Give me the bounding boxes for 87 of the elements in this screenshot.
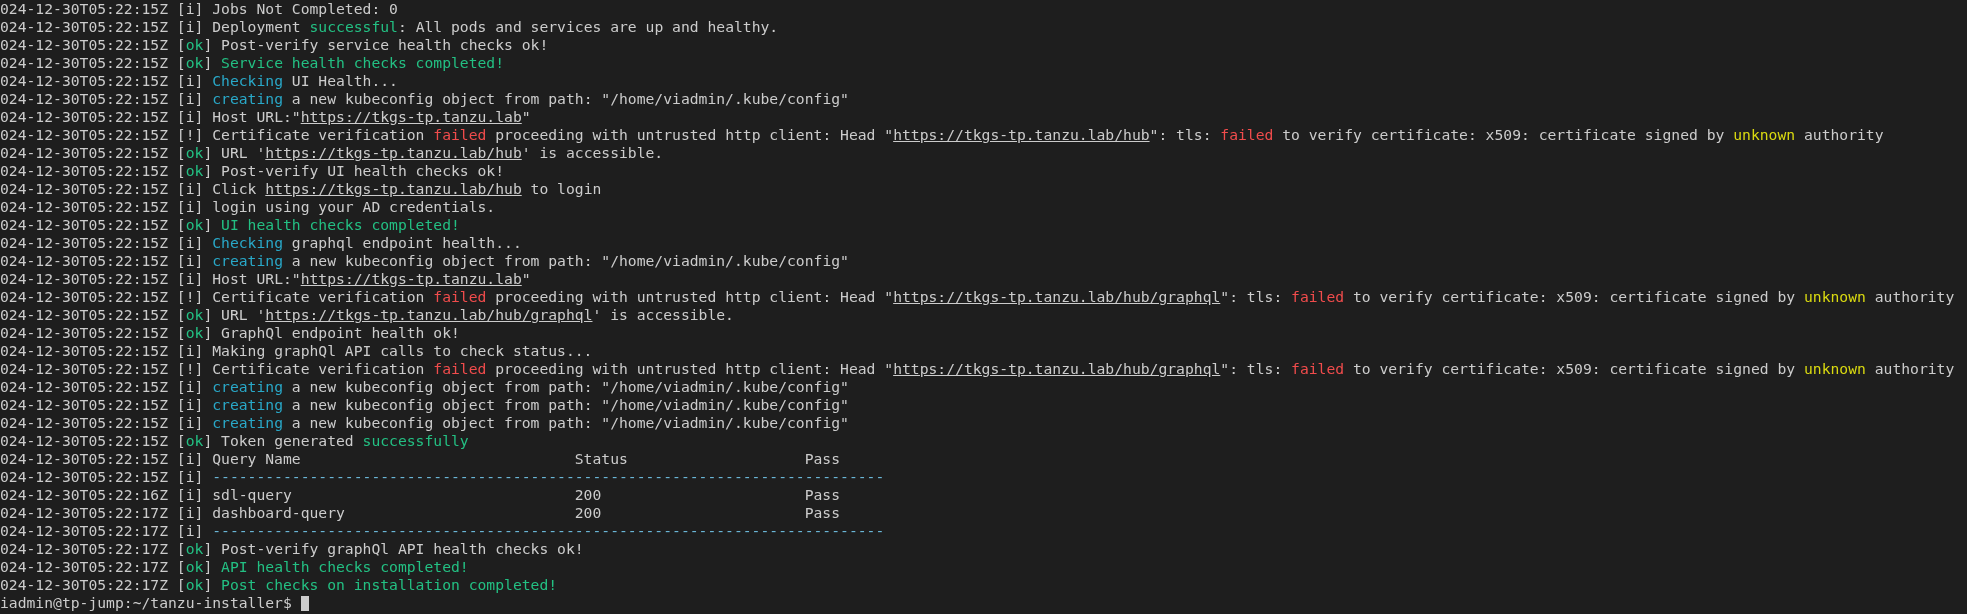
log-timestamp: 024-12-30T05:22:15Z xyxy=(0,252,168,270)
log-timestamp: 024-12-30T05:22:15Z xyxy=(0,288,168,306)
table-cell-text: Pass xyxy=(804,450,842,468)
log-timestamp: 024-12-30T05:22:16Z xyxy=(0,486,168,504)
log-message: [ok] Post-verify graphQl API health checks ok! xyxy=(176,540,584,558)
log-message: [!] Certificate verification failed proceeding with untrusted http client: Head "https://tkgs-tp.tanzu.lab/hub/graphql": tls: failed to verify certificate: x509: certificate signed by unknown authority xyxy=(176,288,1955,306)
log-message: [ok] UI health checks completed! xyxy=(176,216,460,234)
log-timestamp: 024-12-30T05:22:15Z xyxy=(0,144,168,162)
link[interactable]: https://tkgs-tp.tanzu.lab xyxy=(300,108,522,125)
table-cell-text: Status xyxy=(574,450,629,468)
log-message: [i] creating a new kubeconfig object from path: "/home/viadmin/.kube/config" xyxy=(176,378,849,396)
link[interactable]: https://tkgs-tp.tanzu.lab xyxy=(300,270,522,287)
link[interactable]: https://tkgs-tp.tanzu.lab/hub/graphql xyxy=(893,288,1221,305)
log-message: [i] login using your AD credentials. xyxy=(176,198,496,216)
log-message: [ok] Token generated successfully xyxy=(176,432,469,450)
log-message: [i] Making graphQl API calls to check status... xyxy=(176,342,593,360)
log-message: [ok] GraphQl endpoint health ok! xyxy=(176,324,460,342)
log-timestamp: 024-12-30T05:22:15Z xyxy=(0,108,168,126)
log-message: [i] creating a new kubeconfig object from path: "/home/viadmin/.kube/config" xyxy=(176,396,849,414)
log-timestamp: 024-12-30T05:22:15Z xyxy=(0,198,168,216)
log-timestamp: 024-12-30T05:22:15Z xyxy=(0,306,168,324)
log-message: [!] Certificate verification failed proceeding with untrusted http client: Head "https://tkgs-tp.tanzu.lab/hub": tls: failed to verify certificate: x509: certificate signed by unknown authority xyxy=(176,126,1884,144)
log-timestamp: 024-12-30T05:22:15Z xyxy=(0,180,168,198)
log-timestamp: 024-12-30T05:22:15Z xyxy=(0,0,168,18)
log-message: [i] Host URL:"https://tkgs-tp.tanzu.lab" xyxy=(176,108,531,126)
log-timestamp: 024-12-30T05:22:15Z xyxy=(0,216,168,234)
log-message: [i] Checking UI Health... xyxy=(176,72,398,90)
log-timestamp: 024-12-30T05:22:15Z xyxy=(0,414,168,432)
log-message: [ok] Post-verify service health checks ok! xyxy=(176,36,549,54)
log-message: [ok] Post checks on installation completed! xyxy=(176,576,558,594)
table-cell-text: Pass xyxy=(804,504,842,522)
log-tag: [i] xyxy=(176,504,213,522)
log-message: [i] Jobs Not Completed: 0 xyxy=(176,0,398,18)
log-message: [i] creating a new kubeconfig object from path: "/home/viadmin/.kube/config" xyxy=(176,252,849,270)
log-timestamp: 024-12-30T05:22:17Z xyxy=(0,522,168,540)
log-message: [ok] URL 'https://tkgs-tp.tanzu.lab/hub/graphql' is accessible. xyxy=(176,306,734,324)
shell-prompt: iadmin@tp-jump:~/tanzu-installer$ xyxy=(0,594,292,612)
dashed-rule: ---------------------------------------------------------------------------- xyxy=(212,468,885,486)
log-timestamp: 024-12-30T05:22:15Z xyxy=(0,72,168,90)
log-timestamp: 024-12-30T05:22:17Z xyxy=(0,504,168,522)
log-timestamp: 024-12-30T05:22:15Z xyxy=(0,234,168,252)
link[interactable]: https://tkgs-tp.tanzu.lab/hub xyxy=(893,126,1150,143)
link[interactable]: https://tkgs-tp.tanzu.lab/hub xyxy=(265,144,522,161)
log-message: [i] creating a new kubeconfig object from path: "/home/viadmin/.kube/config" xyxy=(176,414,849,432)
log-message: [i] Checking graphql endpoint health... xyxy=(176,234,522,252)
log-timestamp: 024-12-30T05:22:15Z xyxy=(0,432,168,450)
table-cell-text: sdl-query xyxy=(212,486,293,504)
log-message: [i] Deployment successful: All pods and services are up and healthy. xyxy=(176,18,779,36)
log-message: [i] creating a new kubeconfig object from path: "/home/viadmin/.kube/config" xyxy=(176,90,849,108)
log-timestamp: 024-12-30T05:22:15Z xyxy=(0,126,168,144)
log-message: [i] Click https://tkgs-tp.tanzu.lab/hub to login xyxy=(176,180,602,198)
log-timestamp: 024-12-30T05:22:15Z xyxy=(0,36,168,54)
log-tag: [i] xyxy=(176,468,213,486)
log-message: [ok] URL 'https://tkgs-tp.tanzu.lab/hub' is accessible. xyxy=(176,144,664,162)
link[interactable]: https://tkgs-tp.tanzu.lab/hub/graphql xyxy=(893,360,1221,377)
log-tag: [i] xyxy=(176,450,213,468)
log-timestamp: 024-12-30T05:22:17Z xyxy=(0,576,168,594)
log-message: [i] Host URL:"https://tkgs-tp.tanzu.lab" xyxy=(176,270,531,288)
log-timestamp: 024-12-30T05:22:17Z xyxy=(0,558,168,576)
log-timestamp: 024-12-30T05:22:15Z xyxy=(0,18,168,36)
log-timestamp: 024-12-30T05:22:17Z xyxy=(0,540,168,558)
log-timestamp: 024-12-30T05:22:15Z xyxy=(0,90,168,108)
table-cell-text: Pass xyxy=(804,486,842,504)
table-cell-text: Query Name xyxy=(212,450,302,468)
log-timestamp: 024-12-30T05:22:15Z xyxy=(0,468,168,486)
log-tag: [i] xyxy=(176,486,213,504)
log-timestamp: 024-12-30T05:22:15Z xyxy=(0,342,168,360)
log-message: [ok] Post-verify UI health checks ok! xyxy=(176,162,505,180)
cursor-icon xyxy=(300,596,310,611)
link[interactable]: https://tkgs-tp.tanzu.lab/hub/graphql xyxy=(265,306,593,323)
table-cell-text: 200 xyxy=(574,486,603,504)
table-cell-text: dashboard-query xyxy=(212,504,346,522)
log-timestamp: 024-12-30T05:22:15Z xyxy=(0,450,168,468)
dashed-rule: ---------------------------------------------------------------------------- xyxy=(212,522,885,540)
link[interactable]: https://tkgs-tp.tanzu.lab/hub xyxy=(265,180,522,197)
log-message: [!] Certificate verification failed proceeding with untrusted http client: Head "https://tkgs-tp.tanzu.lab/hub/graphql": tls: failed to verify certificate: x509: certificate signed by unknown authority xyxy=(176,360,1955,378)
log-timestamp: 024-12-30T05:22:15Z xyxy=(0,162,168,180)
log-timestamp: 024-12-30T05:22:15Z xyxy=(0,54,168,72)
log-timestamp: 024-12-30T05:22:15Z xyxy=(0,270,168,288)
log-message: [ok] API health checks completed! xyxy=(176,558,469,576)
table-cell-text: 200 xyxy=(574,504,603,522)
log-timestamp: 024-12-30T05:22:15Z xyxy=(0,396,168,414)
log-tag: [i] xyxy=(176,522,213,540)
log-timestamp: 024-12-30T05:22:15Z xyxy=(0,360,168,378)
log-message: [ok] Service health checks completed! xyxy=(176,54,505,72)
log-timestamp: 024-12-30T05:22:15Z xyxy=(0,378,168,396)
log-timestamp: 024-12-30T05:22:15Z xyxy=(0,324,168,342)
